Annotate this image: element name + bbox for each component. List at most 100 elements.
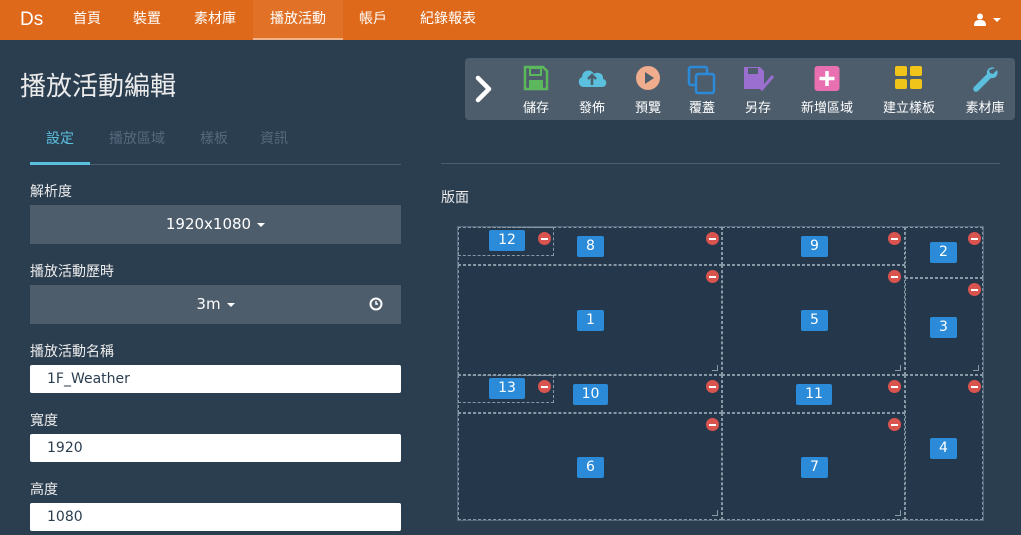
caret-down-icon (226, 302, 235, 307)
nav-item-account[interactable]: 帳戶 (350, 0, 396, 40)
editor-toolbar: 儲存 發佈 預覽 覆蓋 另存 新增區域 建立樣板 素材庫 (465, 58, 1015, 120)
preview-button[interactable]: 預覽 (627, 58, 669, 120)
resize-handle[interactable] (712, 510, 718, 516)
remove-icon[interactable] (968, 380, 981, 393)
region-badge: 8 (577, 236, 604, 257)
top-navbar: Ds 首頁 裝置 素材庫 播放活動 帳戶 紀錄報表 (0, 0, 1021, 40)
cloud-upload-icon (578, 70, 607, 87)
remove-icon[interactable] (706, 380, 719, 393)
layout-region-12[interactable]: 12 (458, 227, 554, 256)
brand-logo[interactable]: Ds (20, 0, 43, 40)
duration-label: 播放活動歷時 (30, 264, 114, 280)
remove-icon[interactable] (706, 418, 719, 431)
layout-region-7[interactable]: 7 (722, 413, 905, 520)
region-badge: 3 (930, 317, 957, 338)
overwrite-label: 覆蓋 (688, 101, 715, 116)
layout-region-3[interactable]: 3 (905, 278, 983, 375)
canvas-label: 版面 (441, 190, 469, 206)
layout-region-9[interactable]: 9 (722, 227, 905, 265)
remove-icon[interactable] (706, 232, 719, 245)
remove-icon[interactable] (888, 232, 901, 245)
resolution-label: 解析度 (30, 184, 72, 200)
resize-handle[interactable] (895, 510, 901, 516)
region-badge: 7 (801, 457, 828, 478)
region-badge: 11 (796, 384, 832, 405)
duration-select[interactable]: 3m (30, 285, 401, 324)
remove-icon[interactable] (888, 270, 901, 283)
remove-icon[interactable] (538, 232, 551, 245)
layout-canvas[interactable]: 8 9 12 2 1 5 3 10 11 13 4 6 7 (457, 226, 984, 521)
height-input[interactable] (30, 503, 401, 531)
tab-templates[interactable]: 樣板 (190, 120, 238, 165)
width-input[interactable] (30, 434, 401, 462)
preview-label: 預覽 (634, 101, 661, 116)
nav-item-reports[interactable]: 紀錄報表 (408, 0, 488, 40)
region-badge: 10 (573, 384, 608, 405)
nav-item-devices[interactable]: 裝置 (122, 0, 172, 40)
remove-icon[interactable] (538, 380, 551, 393)
region-badge: 6 (577, 457, 604, 478)
user-menu[interactable] (973, 0, 1001, 40)
duration-value: 3m (196, 295, 221, 313)
create-template-button[interactable]: 建立樣板 (875, 58, 943, 120)
region-badge: 4 (930, 438, 957, 459)
remove-icon[interactable] (706, 270, 719, 283)
region-badge: 5 (801, 310, 828, 331)
region-badge: 12 (489, 230, 525, 251)
wrench-icon (973, 67, 998, 92)
tab-info[interactable]: 資訊 (250, 120, 298, 165)
region-badge: 2 (930, 242, 957, 263)
create-template-label: 建立樣板 (882, 101, 935, 116)
copy-icon (687, 65, 716, 95)
tab-settings[interactable]: 設定 (30, 120, 90, 165)
add-region-button[interactable]: 新增區域 (795, 58, 859, 120)
campaign-name-input[interactable] (30, 365, 401, 393)
region-badge: 13 (489, 378, 525, 399)
resize-handle[interactable] (973, 365, 979, 371)
tab-play-regions[interactable]: 播放區域 (102, 120, 172, 165)
settings-tabs: 設定 播放區域 樣板 資訊 (30, 120, 401, 165)
save-as-label: 另存 (744, 101, 771, 116)
nav-item-home[interactable]: 首頁 (62, 0, 112, 40)
layout-region-2[interactable]: 2 (905, 227, 983, 278)
remove-icon[interactable] (888, 418, 901, 431)
resolution-select[interactable]: 1920x1080 (30, 205, 401, 244)
width-label: 寬度 (30, 413, 58, 429)
layout-region-6[interactable]: 6 (458, 413, 722, 520)
save-icon (523, 65, 549, 91)
layout-region-13[interactable]: 13 (458, 375, 554, 403)
user-icon (973, 13, 986, 26)
divider (441, 163, 1000, 164)
remove-icon[interactable] (968, 232, 981, 245)
publish-label: 發佈 (578, 101, 605, 116)
media-library-button[interactable]: 素材庫 (959, 58, 1011, 120)
layout-region-5[interactable]: 5 (722, 265, 905, 375)
save-button[interactable]: 儲存 (515, 58, 557, 120)
resolution-value: 1920x1080 (165, 215, 252, 233)
save-label: 儲存 (522, 101, 549, 116)
play-icon (636, 66, 660, 90)
add-region-label: 新增區域 (800, 101, 853, 116)
save-as-button[interactable]: 另存 (737, 58, 779, 120)
chevron-right-icon[interactable] (473, 75, 495, 103)
clock-icon (369, 297, 383, 311)
layout-region-11[interactable]: 11 (722, 375, 905, 413)
layout-region-4[interactable]: 4 (905, 375, 983, 520)
resize-handle[interactable] (712, 365, 718, 371)
remove-icon[interactable] (888, 380, 901, 393)
layout-region-1[interactable]: 1 (458, 265, 722, 375)
caret-down-icon (257, 222, 266, 227)
plus-square-icon (814, 66, 840, 91)
resize-handle[interactable] (895, 365, 901, 371)
media-library-label: 素材庫 (965, 101, 1005, 116)
remove-icon[interactable] (968, 283, 981, 296)
height-label: 高度 (30, 482, 58, 498)
nav-item-campaigns[interactable]: 播放活動 (253, 0, 343, 40)
campaign-name-label: 播放活動名稱 (30, 344, 114, 360)
region-badge: 9 (801, 236, 828, 257)
overwrite-button[interactable]: 覆蓋 (681, 58, 723, 120)
publish-button[interactable]: 發佈 (571, 58, 613, 120)
region-badge: 1 (577, 310, 604, 331)
nav-item-media-library[interactable]: 素材庫 (183, 0, 247, 40)
grid-icon (895, 66, 922, 89)
